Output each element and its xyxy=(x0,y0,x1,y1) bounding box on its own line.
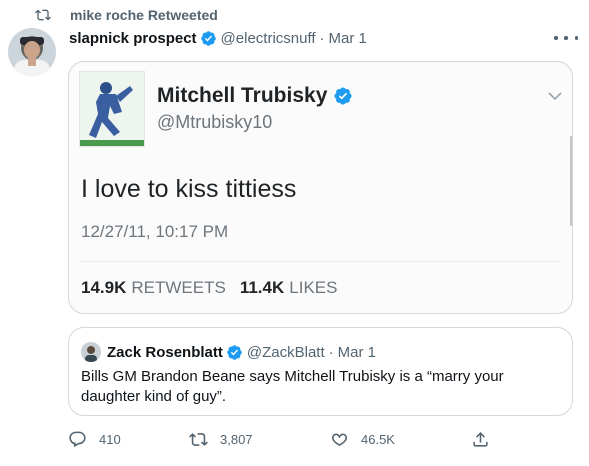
embedded-likes-count: 11.4K xyxy=(239,278,285,297)
author-name[interactable]: slapnick prospect xyxy=(69,30,197,47)
embedded-stats: 14.9K RETWEETS 11.4K LIKES xyxy=(81,278,337,298)
verified-badge-icon xyxy=(334,87,352,105)
quoted-tweet[interactable]: Zack Rosenblatt @ZackBlatt · Mar 1 Bills… xyxy=(68,327,573,416)
quoted-author-name: Zack Rosenblatt xyxy=(107,343,223,361)
retweet-context[interactable]: mike roche Retweeted xyxy=(34,5,218,25)
more-options-icon[interactable] xyxy=(554,30,578,46)
embedded-likes-label: LIKES xyxy=(289,278,338,297)
quoted-author-handle: @ZackBlatt xyxy=(246,343,325,361)
separator-dot: · xyxy=(328,343,334,361)
like-button[interactable]: 46.5K xyxy=(330,428,395,450)
retweet-button[interactable]: 3,807 xyxy=(189,428,253,450)
tweet-media-image[interactable]: Mitchell Trubisky @Mtrubisky10 I love to… xyxy=(68,61,573,314)
embedded-scrollbar xyxy=(570,136,572,226)
embedded-avatar xyxy=(79,71,145,147)
share-icon xyxy=(473,431,488,447)
embedded-divider xyxy=(81,261,560,262)
reply-button[interactable]: 410 xyxy=(68,428,121,450)
embedded-tweet-text: I love to kiss tittiess xyxy=(81,175,297,203)
heart-icon xyxy=(331,433,348,446)
like-count: 46.5K xyxy=(361,431,395,447)
quoted-tweet-text: Bills GM Brandon Beane says Mitchell Tru… xyxy=(81,368,504,405)
retweet-icon xyxy=(189,432,208,446)
embedded-retweets-count: 14.9K xyxy=(81,278,127,297)
author-handle[interactable]: @electricsnuff xyxy=(221,30,316,47)
embedded-handle: @Mtrubisky10 xyxy=(157,112,273,132)
verified-badge-icon xyxy=(200,30,216,46)
tweet-actions: 410 3,807 46.5K xyxy=(68,428,573,450)
quoted-tweet-header: Zack Rosenblatt @ZackBlatt · Mar 1 xyxy=(81,342,376,362)
embedded-retweets-label: RETWEETS xyxy=(131,278,226,297)
share-button[interactable] xyxy=(471,428,502,450)
retweet-context-label: mike roche Retweeted xyxy=(70,7,218,23)
reply-count: 410 xyxy=(99,431,121,447)
quoted-tweet-date: Mar 1 xyxy=(337,343,376,361)
chevron-down-icon xyxy=(548,92,562,101)
retweet-icon xyxy=(35,9,51,21)
embedded-name: Mitchell Trubisky xyxy=(157,84,353,108)
tweet-header: slapnick prospect @electricsnuff · Mar 1 xyxy=(69,27,367,49)
retweet-count: 3,807 xyxy=(220,431,253,447)
verified-badge-icon xyxy=(227,344,242,360)
tweet-date[interactable]: Mar 1 xyxy=(329,30,367,47)
embedded-timestamp: 12/27/11, 10:17 PM xyxy=(81,222,229,241)
author-avatar[interactable] xyxy=(8,28,56,76)
quoted-author-avatar xyxy=(81,342,101,362)
reply-icon xyxy=(69,431,86,447)
separator-dot: · xyxy=(319,29,325,47)
